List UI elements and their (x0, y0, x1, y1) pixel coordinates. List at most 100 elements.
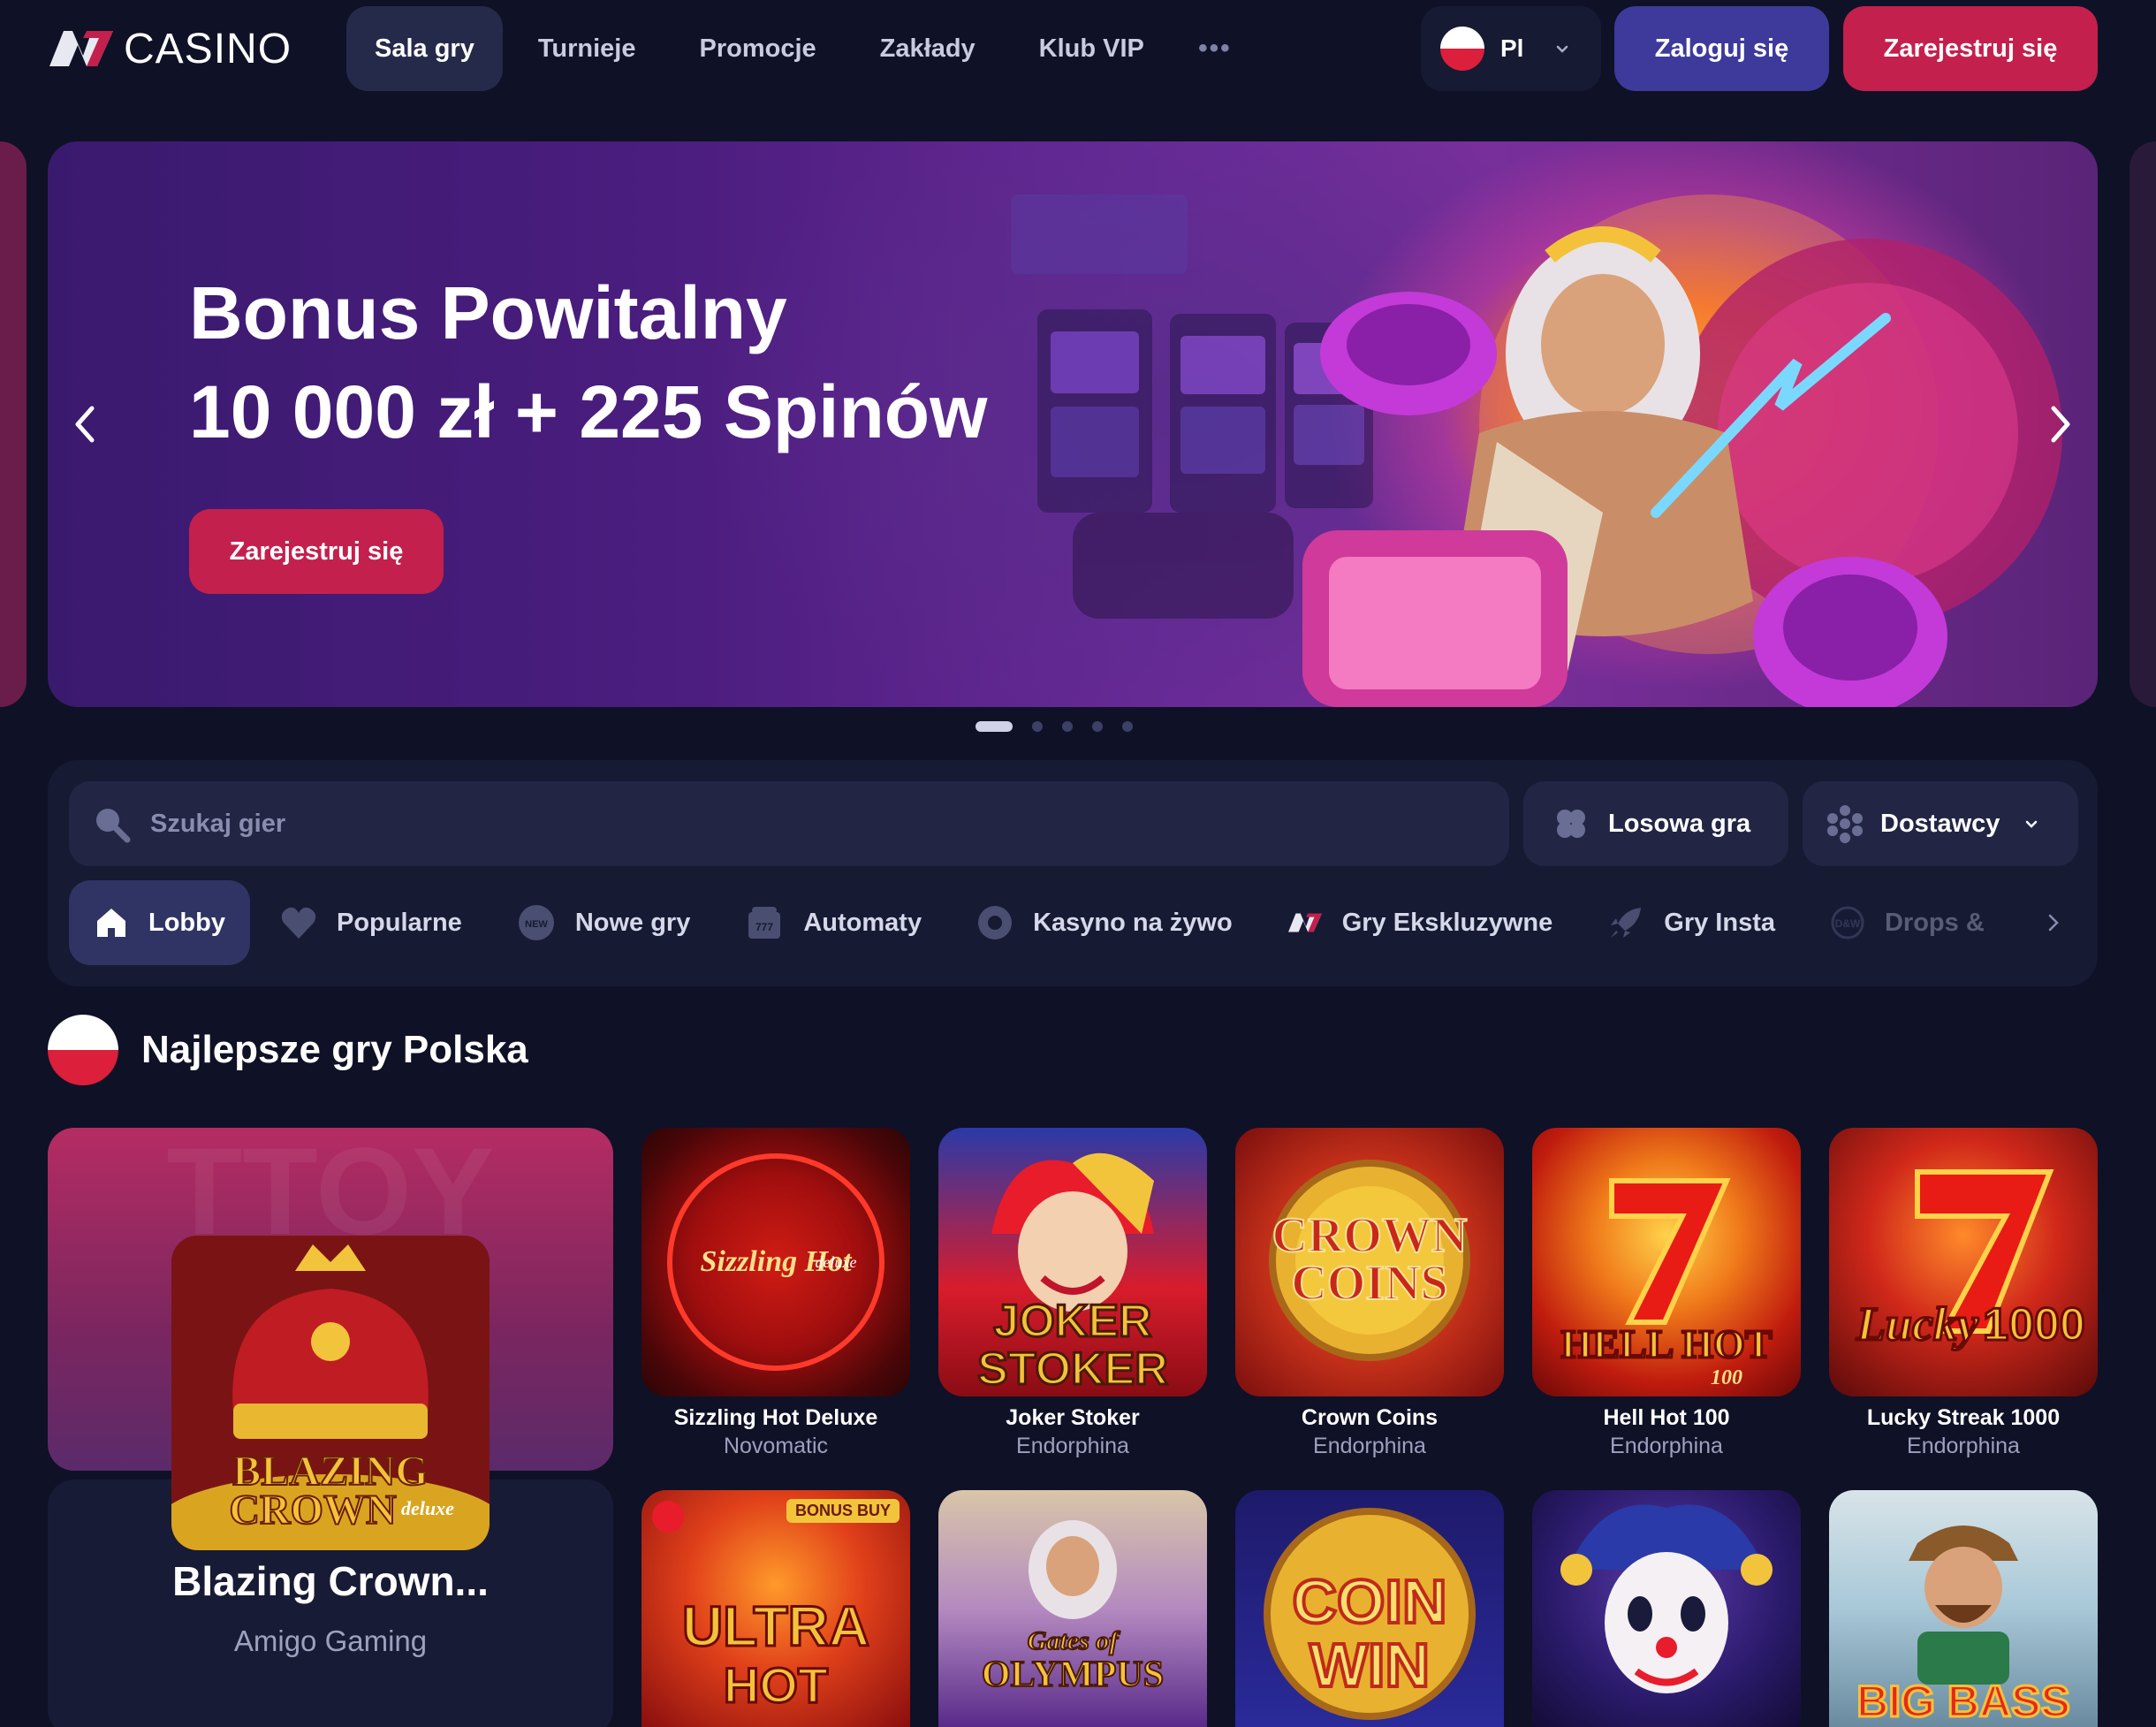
nav-item-turnieje[interactable]: Turnieje (510, 6, 664, 91)
tab-insta-games[interactable]: Gry Insta (1583, 880, 1800, 965)
sizzling-hot-art: Sizzling Hot deluxe (667, 1153, 884, 1371)
category-scroll-next-button[interactable] (2027, 880, 2080, 965)
tile-art-title: JOKER (993, 1296, 1151, 1347)
game-filter-panel: Szukaj gier Losowa gra Dostawcy Lobby Po… (48, 760, 2098, 986)
blazing-crown-art: BLAZING CROWN deluxe (171, 1236, 490, 1550)
game-tile-sizzling-hot-deluxe[interactable]: Sizzling Hot deluxe (641, 1128, 910, 1396)
game-name[interactable]: Lucky Streak 1000 (1829, 1405, 2098, 1431)
brand-logo[interactable]: CASINO (48, 25, 292, 72)
chevron-down-icon (2026, 820, 2038, 828)
hero-title-line-2: 10 000 zł + 225 Spinów (189, 370, 988, 453)
rocket-icon (1611, 908, 1642, 938)
tab-label: Popularne (337, 908, 462, 937)
chevron-left-icon (75, 406, 95, 443)
featured-game-thumbnail[interactable]: BLAZING CROWN deluxe (171, 1236, 490, 1550)
tile-art-subtitle: deluxe (816, 1253, 857, 1271)
game-provider: Endorphina (1313, 1434, 1426, 1458)
providers-dropdown[interactable]: Dostawcy (1803, 781, 2078, 866)
tab-label: Gry Insta (1664, 908, 1775, 937)
top-header: CASINO Sala gry Turnieje Promocje Zakład… (0, 0, 2156, 99)
nav-item-zaklady[interactable]: Zakłady (852, 6, 1004, 91)
register-button[interactable]: Zarejestruj się (1843, 6, 2098, 91)
game-tile-big-bass[interactable]: BIG BASS (1829, 1490, 2098, 1727)
game-name[interactable]: Joker Stoker (938, 1405, 1207, 1431)
featured-art-title-2: CROWN (229, 1487, 397, 1533)
tile-art-subtitle: 1000 (1983, 1299, 2085, 1350)
game-name[interactable]: Crown Coins (1235, 1405, 1504, 1431)
tab-new-games[interactable]: NEW Nowe gry (492, 880, 716, 965)
game-provider: Novomatic (723, 1434, 829, 1458)
providers-label: Dostawcy (1880, 809, 2000, 838)
game-tile-hell-hot-100[interactable]: HELL HOT 100 (1532, 1128, 1801, 1396)
brand-logo-icon (49, 31, 113, 66)
tile-art-subtitle: STOKER (977, 1343, 1168, 1395)
chevron-down-icon (1557, 45, 1568, 53)
ultra-hot-art: ULTRA HOT (652, 1501, 871, 1715)
tab-popular[interactable]: Popularne (255, 880, 487, 965)
tab-lobby[interactable]: Lobby (69, 880, 250, 965)
tab-slots[interactable]: 777 Automaty (720, 880, 946, 965)
svg-text:D&W: D&W (1835, 917, 1861, 930)
nav-more-button[interactable]: ••• (1180, 6, 1250, 91)
brand-icon (1287, 913, 1322, 932)
game-tile-joker-clown[interactable] (1532, 1490, 1801, 1727)
hell-hot-art: HELL HOT 100 (1560, 1178, 1773, 1389)
language-selector[interactable]: Pl (1421, 6, 1601, 91)
random-game-button[interactable]: Losowa gra (1523, 781, 1788, 866)
hero-next-button[interactable] (2041, 394, 2080, 454)
hero-dot-1[interactable] (976, 721, 1013, 732)
hero-title: Bonus Powitalny 10 000 zł + 225 Spinów (189, 263, 987, 461)
tile-art-subtitle: 100 (1711, 1366, 1742, 1389)
tile-art-subtitle: OLYMPUS (982, 1655, 1164, 1695)
tile-art-title: ULTRA (682, 1594, 869, 1658)
game-provider: Endorphina (1907, 1434, 2020, 1458)
live-chip-icon (978, 906, 1013, 940)
tile-art-title: BIG BASS (1856, 1677, 2070, 1726)
game-tile-gates-of-olympus[interactable]: Gates of OLYMPUS (938, 1490, 1207, 1727)
language-label: Pl (1500, 34, 1524, 62)
lucky-streak-art: Lucky 1000 (1855, 1169, 2086, 1352)
tile-art-title: Lucky (1856, 1297, 1979, 1350)
category-tabs: Lobby Popularne NEW Nowe gry 777 Automat… (69, 880, 2075, 965)
hero-prev-button[interactable] (65, 394, 104, 454)
search-input[interactable]: Szukaj gier (69, 781, 1509, 866)
game-tile-ultra-hot[interactable]: BONUS BUY ULTRA HOT (641, 1490, 910, 1727)
tab-label: Automaty (803, 908, 922, 937)
game-tile-joker-stoker[interactable]: JOKER STOKER (938, 1128, 1207, 1396)
tab-live-casino[interactable]: Kasyno na żywo (952, 880, 1257, 965)
hero-dot-3[interactable] (1062, 721, 1073, 732)
hero-dot-5[interactable] (1122, 721, 1133, 732)
tile-art-title: HELL HOT (1560, 1321, 1772, 1366)
random-game-label: Losowa gra (1608, 809, 1751, 838)
tile-art-subtitle: COINS (1291, 1256, 1447, 1311)
tab-label: Kasyno na żywo (1033, 908, 1233, 937)
game-name[interactable]: Sizzling Hot Deluxe (641, 1405, 910, 1431)
featured-game-provider: Amigo Gaming (233, 1624, 428, 1657)
nav-item-promocje[interactable]: Promocje (672, 6, 845, 91)
game-tile-lucky-streak-1000[interactable]: Lucky 1000 (1829, 1128, 2098, 1396)
brand-logo-text: CASINO (124, 25, 292, 72)
hero-dot-4[interactable] (1092, 721, 1103, 732)
tab-drops[interactable]: D&W Drops & (1805, 880, 2009, 965)
game-provider: Endorphina (1016, 1434, 1129, 1458)
tile-art-title: COIN (1293, 1567, 1447, 1636)
hero-banner[interactable]: Bonus Powitalny 10 000 zł + 225 Spinów Z… (48, 141, 2098, 707)
featured-game-name[interactable]: Blazing Crown... (48, 1557, 613, 1605)
game-tile-crown-coins[interactable]: CROWN COINS (1235, 1128, 1504, 1396)
tile-art-title: Gates of (1028, 1626, 1120, 1655)
nav-item-sala-gry[interactable]: Sala gry (346, 6, 503, 91)
tile-art-subtitle: WIN (1310, 1631, 1430, 1700)
featured-art-title-3: deluxe (401, 1497, 454, 1519)
nav-item-klub-vip[interactable]: Klub VIP (1011, 6, 1173, 91)
drops-icon: D&W (1831, 906, 1864, 940)
crown-coins-art: CROWN COINS (1269, 1160, 1470, 1361)
hero-dot-2[interactable] (1032, 721, 1043, 732)
login-button[interactable]: Zaloguj się (1614, 6, 1829, 91)
search-placeholder: Szukaj gier (150, 809, 286, 838)
game-name[interactable]: Hell Hot 100 (1532, 1405, 1801, 1431)
hero-register-button[interactable]: Zarejestruj się (189, 509, 444, 594)
coin-win-art: COIN WIN (1264, 1508, 1476, 1720)
game-tile-coin-win[interactable]: COIN WIN (1235, 1490, 1504, 1727)
tile-art-subtitle: HOT (724, 1657, 828, 1713)
tab-exclusive-games[interactable]: Gry Ekskluzywne (1263, 880, 1578, 965)
